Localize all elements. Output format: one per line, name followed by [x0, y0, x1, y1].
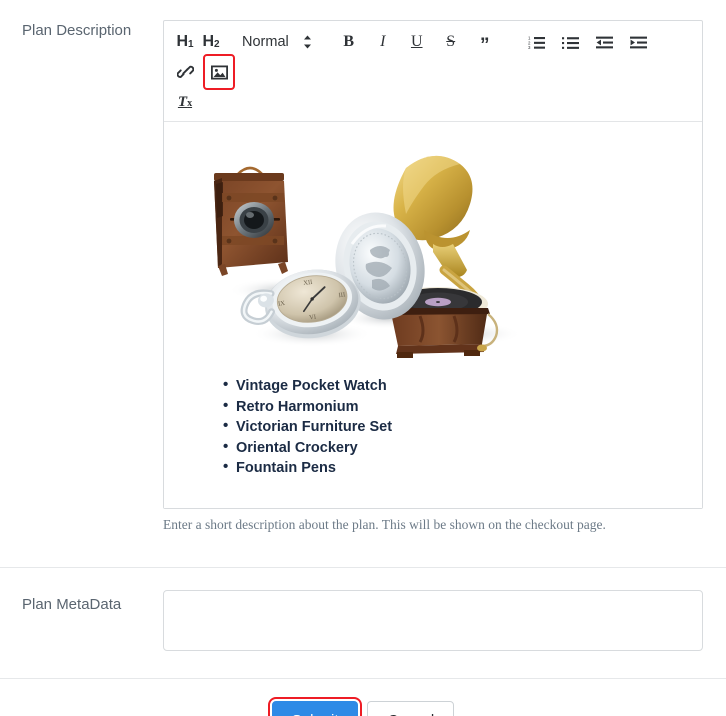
heading-1-label: H — [176, 33, 188, 50]
plan-description-body: H1 H2 Normal B I U S ” 1 2 3 T x XII III… — [163, 20, 726, 534]
list-item: Vintage Pocket Watch — [223, 375, 686, 397]
plan-metadata-row: Plan MetaData — [0, 568, 726, 656]
editor-toolbar: H1 H2 Normal B I U S ” 1 2 3 T x — [164, 21, 702, 122]
list-item: Victorian Furniture Set — [223, 416, 686, 438]
heading-2-sub: 2 — [214, 39, 220, 50]
clear-formatting-sub: x — [187, 98, 193, 109]
svg-text:IX: IX — [278, 300, 286, 308]
plan-metadata-body — [163, 590, 726, 656]
plan-description-label: Plan Description — [22, 22, 132, 39]
outdent-button[interactable] — [592, 27, 618, 57]
svg-text:VI: VI — [309, 314, 317, 322]
list-item: Oriental Crockery — [223, 437, 686, 459]
list-item: Retro Harmonium — [223, 396, 686, 418]
vintage-camera — [214, 166, 288, 276]
svg-text:III: III — [338, 291, 345, 299]
format-picker-value: Normal — [242, 34, 289, 50]
indent-button[interactable] — [626, 27, 652, 57]
insert-image-button[interactable] — [203, 54, 235, 90]
bold-button[interactable]: B — [336, 27, 362, 57]
ordered-list-button[interactable]: 1 2 3 — [524, 27, 550, 57]
editor-content-area[interactable]: XII III VI IX • Vintage Pocket Watch • R… — [164, 122, 702, 508]
updown-chevron-icon — [303, 35, 312, 49]
heading-2-button[interactable]: H2 — [198, 27, 224, 57]
rich-text-editor[interactable]: H1 H2 Normal B I U S ” 1 2 3 T x XII III… — [163, 20, 703, 509]
plan-description-row: Plan Description H1 H2 Normal B I U S ” … — [0, 0, 726, 534]
form-actions: Submit Cancel — [0, 679, 726, 716]
italic-button[interactable]: I — [370, 27, 396, 57]
submit-button-highlight: Submit — [267, 697, 363, 716]
editor-inserted-image[interactable]: XII III VI IX — [180, 136, 686, 370]
clear-formatting-button[interactable]: Tx — [172, 87, 198, 117]
format-picker[interactable]: Normal — [238, 34, 316, 50]
list-item: Fountain Pens — [223, 457, 686, 479]
submit-button[interactable]: Submit — [271, 701, 359, 716]
svg-text:XII: XII — [303, 279, 313, 287]
image-icon — [210, 64, 228, 80]
indent-icon — [630, 35, 648, 50]
plan-description-help-text: Enter a short description about the plan… — [163, 517, 606, 532]
feature-list: Vintage Pocket Watch Retro Harmonium Vic… — [180, 375, 686, 479]
ordered-list-icon: 1 2 3 — [528, 35, 546, 50]
plan-form-page: Plan Description H1 H2 Normal B I U S ” … — [0, 0, 726, 716]
link-button[interactable] — [172, 57, 198, 87]
clear-formatting-label: T — [177, 93, 188, 110]
antiques-photo: XII III VI IX — [192, 138, 552, 360]
outdent-icon — [596, 35, 614, 50]
cancel-button[interactable]: Cancel — [367, 701, 455, 716]
plan-metadata-label: Plan MetaData — [22, 596, 122, 613]
svg-text:3: 3 — [528, 45, 531, 50]
heading-1-button[interactable]: H1 — [172, 27, 198, 57]
underline-button[interactable]: U — [404, 27, 430, 57]
plan-metadata-input[interactable] — [163, 590, 703, 651]
heading-1-sub: 1 — [188, 39, 194, 50]
strikethrough-button[interactable]: S — [438, 27, 464, 57]
link-icon — [176, 64, 194, 80]
bullet-list-button[interactable] — [558, 27, 584, 57]
heading-2-label: H — [202, 33, 214, 50]
bullet-list-icon — [562, 35, 580, 50]
blockquote-button[interactable]: ” — [472, 27, 498, 57]
